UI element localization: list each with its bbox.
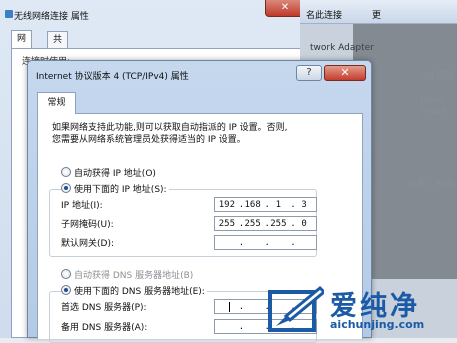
ip-octet-3: 1: [275, 199, 282, 210]
tab-general[interactable]: 常规: [37, 92, 76, 114]
ip-auto-label: 自动获得 IP 地址(O): [74, 168, 156, 179]
watermark: 爱纯净 aichunjing.com: [268, 282, 457, 338]
subnet-octet-3: 255: [270, 218, 287, 229]
network-connections-toolbar: 名此连接 更: [300, 0, 457, 24]
watermark-url: aichunjing.com: [330, 318, 425, 331]
help-button[interactable]: ?: [296, 65, 322, 81]
ip-manual-option[interactable]: 使用下面的 IP 地址(S):: [61, 182, 169, 195]
dns-auto-label: 自动获得 DNS 服务器地址(B): [74, 270, 194, 281]
ip-address-label: IP 地址(I):: [61, 200, 103, 211]
ip-octet-2: 168: [244, 199, 261, 210]
ip-manual-radio[interactable]: [61, 183, 71, 193]
intro-text: 如果网络支持此功能,则可以获取自动指派的 IP 设置。否则, 您需要从网络系统管…: [52, 122, 357, 146]
network-icon: [5, 10, 13, 18]
tab-sharing[interactable]: 共享: [47, 31, 69, 61]
intro-line-1: 如果网络支持此功能,则可以获取自动指派的 IP 设置。否则,: [52, 123, 288, 133]
dns-manual-label: 使用下面的 DNS 服务器地址(E):: [74, 286, 205, 297]
ip-auto-option[interactable]: 自动获得 IP 地址(O): [61, 166, 156, 179]
wireless-properties-title: 无线网络连接 属性: [14, 12, 89, 22]
ip-auto-radio[interactable]: [61, 167, 71, 177]
shadow-text-adapter: twork Adapt: [420, 96, 447, 116]
intro-line-2: 您需要从网络系统管理员处获得适当的 IP 设置。: [52, 135, 246, 145]
subnet-mask-label: 子网掩码(U):: [61, 219, 114, 230]
rename-connection-link[interactable]: 名此连接: [306, 8, 342, 21]
close-button[interactable]: ✕: [324, 65, 366, 81]
wireless-properties-close-button[interactable]: ✕: [265, 0, 305, 17]
ip-octet-4: 3: [301, 199, 307, 210]
subnet-octet-2: 255: [244, 218, 261, 229]
toolbar-more-link[interactable]: 更: [372, 8, 381, 21]
ip-octet-1: 192: [218, 199, 235, 210]
alternate-dns-label: 备用 DNS 服务器(A):: [61, 322, 148, 333]
shadow-text-settings: 设置。否则,: [408, 179, 456, 189]
subnet-octet-4: 0: [301, 218, 307, 229]
gateway-input[interactable]: 0.0.0.0: [214, 235, 317, 250]
dns-manual-option[interactable]: 使用下面的 DNS 服务器地址(E):: [61, 284, 207, 297]
subnet-octet-1: 255: [218, 218, 235, 229]
gateway-label: 默认网关(D):: [61, 238, 114, 249]
ip-manual-label: 使用下面的 IP 地址(S):: [74, 184, 167, 195]
tab-network[interactable]: 网络: [11, 30, 33, 60]
subnet-mask-input[interactable]: 255. 255. 255. 0: [214, 216, 317, 231]
shadow-text-start: 动此连接: [418, 71, 455, 81]
dns-manual-radio[interactable]: [61, 285, 71, 295]
watermark-logo-icon: [268, 286, 324, 332]
text-cursor: [229, 302, 230, 312]
primary-dns-label: 首选 DNS 服务器(P):: [61, 302, 147, 313]
dns-auto-option[interactable]: 自动获得 DNS 服务器地址(B): [61, 268, 194, 281]
dialog-title: Internet 协议版本 4 (TCP/IPv4) 属性: [36, 72, 189, 82]
ip-address-input[interactable]: 192. 168. 1. 3: [214, 197, 317, 212]
dns-auto-radio[interactable]: [61, 269, 71, 279]
